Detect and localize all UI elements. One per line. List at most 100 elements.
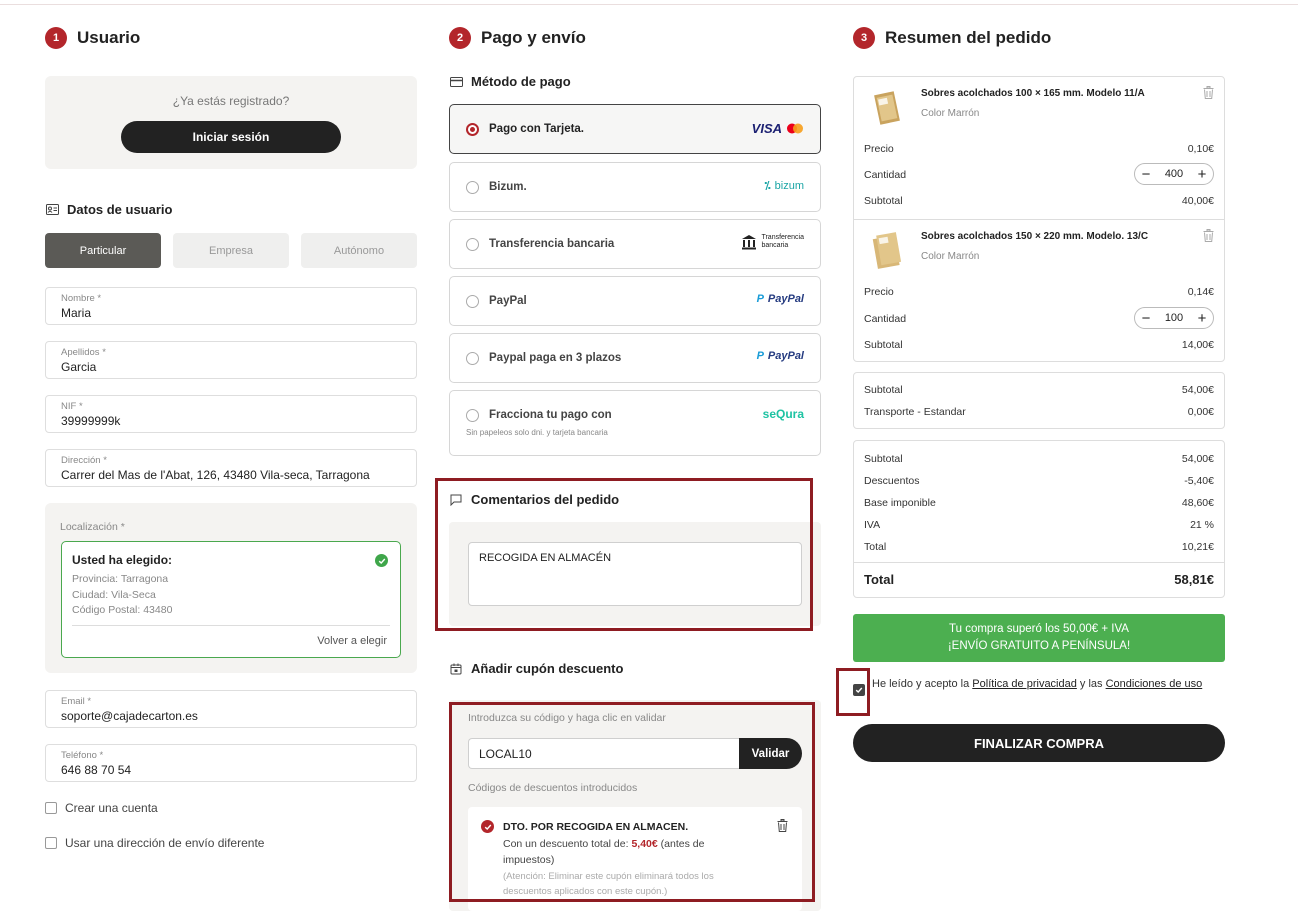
other-address-row[interactable]: Usar una dirección de envío diferente: [45, 836, 264, 850]
item-name: Sobres acolchados 100 × 165 mm. Modelo 1…: [921, 88, 1145, 99]
payment-method-heading: Método de pago: [449, 74, 571, 89]
credit-card-icon: [449, 75, 463, 89]
finalize-order-button[interactable]: FINALIZAR COMPRA: [853, 724, 1225, 762]
bizum-mark-icon: ⁒: [764, 180, 771, 192]
terms-checkbox[interactable]: [853, 684, 865, 696]
field-label: Email *: [61, 696, 92, 707]
quantity-stepper[interactable]: − 100 +: [1134, 307, 1214, 329]
price-row: Precio 0,14€: [864, 286, 1214, 298]
radio[interactable]: [466, 181, 479, 194]
plus-icon[interactable]: +: [1195, 311, 1209, 326]
plus-icon[interactable]: +: [1195, 167, 1209, 182]
visa-mastercard-logo: VISA: [752, 121, 804, 136]
divider: [72, 625, 390, 626]
trash-icon[interactable]: [1203, 229, 1214, 247]
trash-icon[interactable]: [1203, 86, 1214, 104]
value: 10,21€: [1181, 541, 1214, 553]
field-value[interactable]: Carrer del Mas de l'Abat, 126, 43480 Vil…: [61, 468, 370, 482]
tab-autonomo[interactable]: Autónomo: [301, 233, 417, 268]
calendar-gift-icon: [449, 662, 463, 676]
quantity-value[interactable]: 400: [1165, 168, 1183, 180]
bank-transfer-logo: Transferencia bancaria: [741, 234, 804, 250]
bank-logo-line2: bancaria: [761, 242, 789, 249]
item-color: Color Marrón: [921, 108, 980, 119]
check-circle-icon: [375, 554, 388, 567]
label: IVA: [864, 519, 881, 531]
choose-again-link[interactable]: Volver a elegir: [317, 635, 387, 647]
terms-text: He leído y acepto la Política de privaci…: [872, 676, 1212, 692]
paypal-logo: P PayPal: [757, 350, 804, 362]
label: Base imponible: [864, 497, 936, 509]
pay-option-label: Transferencia bancaria: [489, 238, 615, 250]
tab-empresa[interactable]: Empresa: [173, 233, 289, 268]
value: 21 %: [1190, 519, 1214, 531]
field-value[interactable]: Maria: [61, 306, 91, 320]
quantity-value[interactable]: 100: [1165, 312, 1183, 324]
free-shipping-line1: Tu compra superó los 50,00€ + IVA: [949, 623, 1129, 635]
step-3-header: 3 Resumen del pedido: [853, 27, 1051, 49]
radio-selected[interactable]: [466, 123, 479, 136]
subtotal-row: Subtotal 54,00€: [864, 384, 1214, 396]
field-value[interactable]: Garcia: [61, 360, 96, 374]
subtotal-row: Subtotal 14,00€: [864, 339, 1214, 351]
pay-option-sequra[interactable]: Fracciona tu pago con Sin papeleos solo …: [449, 390, 821, 456]
sequra-logo: seQura: [762, 407, 804, 421]
other-address-checkbox[interactable]: [45, 837, 57, 849]
pay-option-paypal-3[interactable]: Paypal paga en 3 plazos P PayPal: [449, 333, 821, 383]
nif-field[interactable]: NIF * 39999999k: [45, 395, 417, 433]
create-account-row[interactable]: Crear una cuenta: [45, 801, 158, 815]
apellidos-field[interactable]: Apellidos * Garcia: [45, 341, 417, 379]
field-label: NIF *: [61, 401, 83, 412]
cart-item: Sobres acolchados 100 × 165 mm. Modelo 1…: [854, 77, 1224, 219]
location-card: Usted ha elegido: Provincia: Tarragona C…: [61, 541, 401, 658]
qty-label: Cantidad: [864, 169, 907, 181]
field-value[interactable]: 646 88 70 54: [61, 763, 131, 777]
check-icon: [855, 687, 863, 693]
radio[interactable]: [466, 238, 479, 251]
privacy-policy-link[interactable]: Política de privacidad: [972, 678, 1077, 690]
nombre-field[interactable]: Nombre * Maria: [45, 287, 417, 325]
price-value: 0,10€: [1187, 143, 1214, 155]
direccion-field[interactable]: Dirección * Carrer del Mas de l'Abat, 12…: [45, 449, 417, 487]
terms-before: He leído y acepto la: [872, 678, 970, 690]
label: Subtotal: [864, 453, 903, 465]
location-ciudad: Ciudad: Vila-Seca: [72, 589, 156, 601]
subtotal-label: Subtotal: [864, 195, 903, 207]
radio[interactable]: [466, 352, 479, 365]
terms-of-use-link[interactable]: Condiciones de uso: [1106, 678, 1203, 690]
pay-option-transfer[interactable]: Transferencia bancaria Transferencia ban…: [449, 219, 821, 269]
field-label: Apellidos *: [61, 347, 106, 358]
coupon-heading: Añadir cupón descuento: [449, 661, 623, 676]
minus-icon[interactable]: −: [1139, 311, 1153, 326]
pay-option-card[interactable]: Pago con Tarjeta. VISA: [449, 104, 821, 154]
telefono-field[interactable]: Teléfono * 646 88 70 54: [45, 744, 417, 782]
step-title: Usuario: [77, 28, 141, 47]
field-label: Dirección *: [61, 455, 107, 466]
envelope-product-icon: [866, 230, 908, 272]
item-color: Color Marrón: [921, 251, 980, 262]
value: 48,60€: [1181, 497, 1214, 509]
quantity-stepper[interactable]: − 400 +: [1134, 163, 1214, 185]
email-field[interactable]: Email * soporte@cajadecarton.es: [45, 690, 417, 728]
pay-option-label: Pago con Tarjeta.: [489, 123, 585, 135]
radio[interactable]: [466, 295, 479, 308]
paypal-wordmark: PayPal: [767, 293, 804, 305]
subtotal-label: Subtotal: [864, 339, 903, 351]
pay-option-bizum[interactable]: Bizum. ⁒ bizum: [449, 162, 821, 212]
discounts-row: Descuentos -5,40€: [864, 475, 1214, 487]
step-1-header: 1 Usuario: [45, 27, 140, 49]
field-value[interactable]: 39999999k: [61, 414, 120, 428]
minus-icon[interactable]: −: [1139, 167, 1153, 182]
tab-particular[interactable]: Particular: [45, 233, 161, 268]
pay-option-paypal[interactable]: PayPal P PayPal: [449, 276, 821, 326]
field-label: Teléfono *: [61, 750, 104, 761]
field-value[interactable]: soporte@cajadecarton.es: [61, 709, 198, 723]
location-cp: Código Postal: 43480: [72, 604, 173, 616]
bizum-wordmark: bizum: [774, 179, 804, 192]
paypal-p-icon: P: [756, 350, 764, 362]
create-account-checkbox[interactable]: [45, 802, 57, 814]
login-button[interactable]: Iniciar sesión: [121, 121, 341, 153]
user-data-title: Datos de usuario: [67, 202, 173, 217]
radio[interactable]: [466, 409, 479, 422]
pay-option-label: Bizum.: [489, 181, 527, 193]
